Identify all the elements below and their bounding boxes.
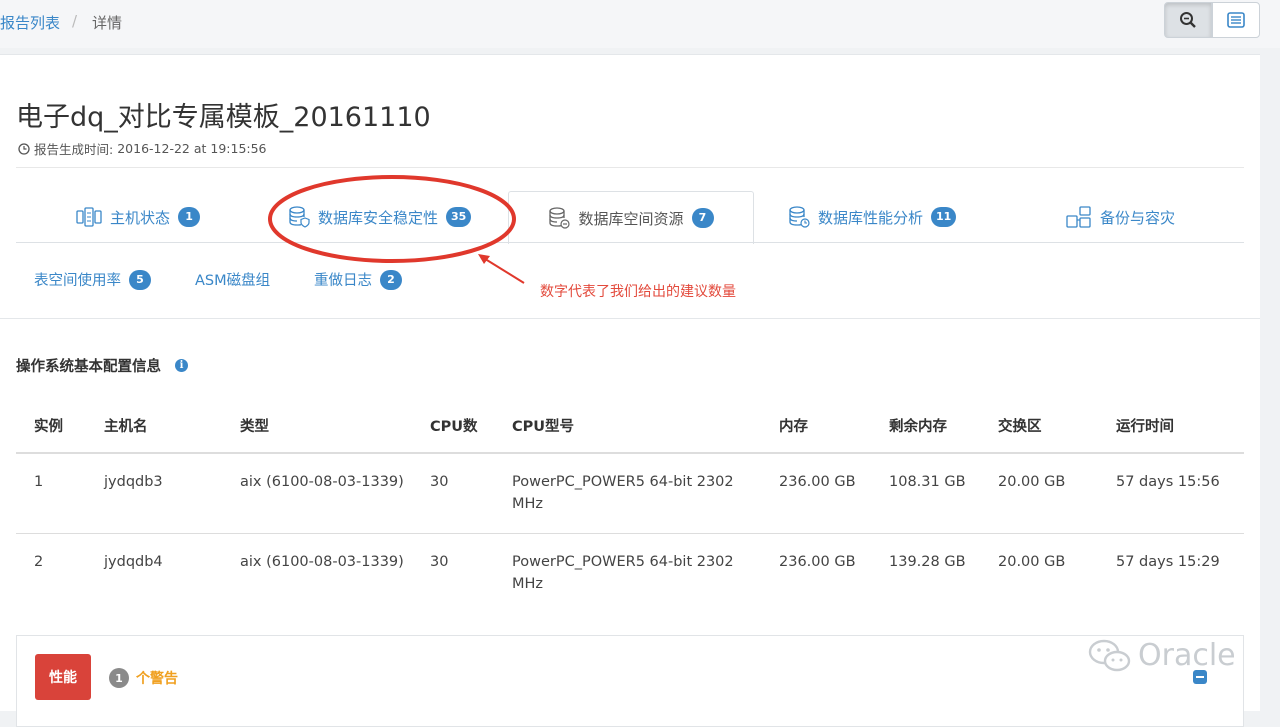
- column-header: CPU型号: [512, 419, 575, 435]
- subtab-label: 表空间使用率: [34, 273, 121, 289]
- zoom-view-button[interactable]: [1164, 2, 1212, 38]
- column-header: 运行时间: [1116, 419, 1174, 435]
- wechat-watermark: Oracle: [1088, 638, 1236, 673]
- generated-label: 报告生成时间:: [34, 142, 114, 157]
- cell-hostname: jydqdb3: [104, 474, 163, 490]
- warning-label: 个警告: [136, 671, 178, 687]
- cell-memory: 236.00 GB: [779, 474, 856, 490]
- report-title: 电子dq_对比专属模板_20161110: [16, 102, 431, 133]
- server-icon: [76, 207, 102, 227]
- warning-count-badge: 1: [109, 668, 129, 688]
- subtab-label: 重做日志: [314, 273, 372, 289]
- top-bar: 报告列表 / 详情: [0, 0, 1280, 48]
- tab-label: 数据库性能分析: [818, 208, 924, 227]
- clock-icon: [18, 142, 30, 155]
- cell-free-memory: 108.31 GB: [889, 474, 966, 490]
- subtab-tablespace-usage[interactable]: 表空间使用率 5: [34, 269, 151, 290]
- performance-button[interactable]: 性能: [35, 654, 91, 700]
- generated-value: 2016-12-22 at 19:15:56: [117, 141, 267, 156]
- tab-badge: 11: [931, 207, 957, 227]
- tab-db-performance[interactable]: 数据库性能分析 11: [788, 191, 957, 243]
- report-generated-time: 报告生成时间: 2016-12-22 at 19:15:56: [18, 139, 267, 158]
- report-header-panel: 电子dq_对比专属模板_20161110 报告生成时间: 2016-12-22 …: [0, 54, 1260, 319]
- cell-free-memory: 139.28 GB: [889, 554, 966, 570]
- subtab-label: ASM磁盘组: [195, 273, 271, 289]
- cell-cpu-model: PowerPC_POWER5 64-bit 2302 MHz: [512, 474, 734, 512]
- os-config-section: 操作系统基本配置信息 i 实例 主机名 类型 CPU数 CPU型号 内存 剩余内…: [0, 318, 1260, 727]
- cell-memory: 236.00 GB: [779, 554, 856, 570]
- list-icon: [1227, 12, 1245, 28]
- tab-backup-dr[interactable]: 备份与容灾: [1066, 191, 1175, 243]
- cell-hostname: jydqdb4: [104, 554, 163, 570]
- database-icon: [549, 207, 571, 229]
- annotation-arrow: [478, 254, 525, 284]
- section-title: 操作系统基本配置信息 i: [16, 355, 188, 376]
- database-chart-icon: [789, 206, 810, 228]
- column-header: 交换区: [998, 419, 1042, 435]
- column-header: 剩余内存: [889, 419, 947, 435]
- cell-swap: 20.00 GB: [998, 474, 1066, 490]
- tab-bar-underline: [16, 242, 1244, 243]
- breadcrumb-current: 详情: [92, 14, 123, 32]
- subtab-redo-log[interactable]: 重做日志 2: [314, 269, 402, 290]
- tab-db-space-resources[interactable]: 数据库空间资源 7: [508, 191, 754, 244]
- column-header: 实例: [34, 419, 63, 435]
- info-icon[interactable]: i: [175, 359, 188, 372]
- column-header: 内存: [779, 419, 808, 435]
- subtab-asm-diskgroup[interactable]: ASM磁盘组: [195, 269, 270, 290]
- tab-label: 备份与容灾: [1100, 208, 1176, 227]
- cell-type: aix (6100-08-03-1339): [240, 474, 404, 490]
- column-header: CPU数: [430, 419, 478, 435]
- cell-instance: 1: [34, 474, 44, 490]
- breadcrumb-separator: /: [72, 12, 78, 30]
- cell-cpu-count: 30: [430, 474, 449, 490]
- watermark-text: Oracle: [1138, 638, 1236, 673]
- annotation-note: 数字代表了我们给出的建议数量: [540, 284, 736, 300]
- tab-host-status[interactable]: 主机状态 1: [76, 191, 201, 243]
- section-title-text: 操作系统基本配置信息: [16, 359, 161, 375]
- backup-icon: [1066, 206, 1091, 228]
- subtab-badge: 2: [380, 269, 402, 290]
- tab-label: 数据库空间资源: [578, 209, 684, 228]
- cell-type: aix (6100-08-03-1339): [240, 554, 404, 570]
- list-view-button[interactable]: [1212, 2, 1260, 38]
- tab-badge: 1: [178, 207, 201, 227]
- divider: [16, 167, 1244, 168]
- cell-swap: 20.00 GB: [998, 554, 1066, 570]
- zoom-icon: [1180, 12, 1196, 28]
- tab-badge: 7: [691, 208, 714, 228]
- cell-cpu-count: 30: [430, 554, 449, 570]
- performance-panel: 性能 1 个警告: [16, 635, 1244, 727]
- cell-uptime: 57 days 15:29: [1116, 554, 1220, 570]
- breadcrumb-report-list[interactable]: 报告列表: [0, 12, 60, 33]
- cell-cpu-model: PowerPC_POWER5 64-bit 2302 MHz: [512, 554, 734, 592]
- column-header: 主机名: [104, 419, 148, 435]
- table-header-divider: [16, 452, 1244, 454]
- row-divider: [16, 533, 1244, 534]
- cell-instance: 2: [34, 554, 44, 570]
- wechat-icon: [1088, 639, 1131, 671]
- column-header: 类型: [240, 419, 269, 435]
- tab-label: 主机状态: [110, 208, 171, 227]
- cell-uptime: 57 days 15:56: [1116, 474, 1220, 490]
- subtab-badge: 5: [129, 269, 151, 290]
